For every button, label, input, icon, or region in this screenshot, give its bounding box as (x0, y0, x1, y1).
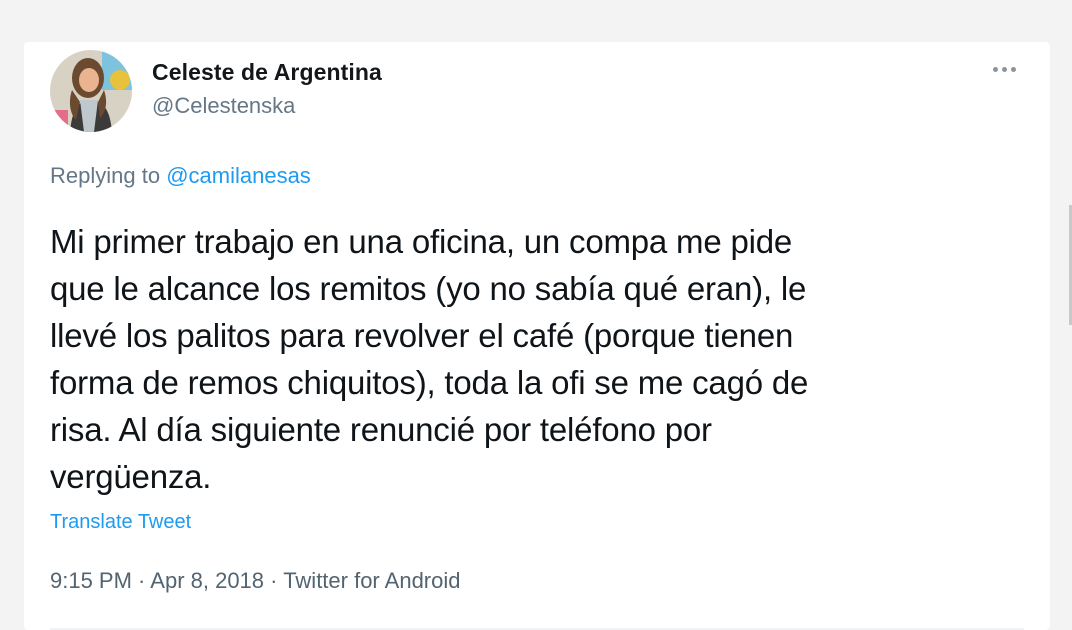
author-name[interactable]: Celeste de Argentina (152, 59, 382, 86)
avatar[interactable] (50, 50, 132, 132)
replying-to-prefix: Replying to (50, 163, 167, 188)
tweet-date-link[interactable]: Apr 8, 2018 (150, 568, 264, 593)
author-handle[interactable]: @Celestenska (152, 93, 295, 119)
tweet-text-line: risa. Al día siguiente renuncié por telé… (50, 411, 712, 448)
tweet-metadata: 9:15 PM · Apr 8, 2018 · Twitter for Andr… (50, 568, 461, 594)
tweet-text-line: forma de remos chiquitos), toda la ofi s… (50, 364, 809, 401)
replying-to: Replying to @camilanesas (50, 163, 311, 189)
tweet-text-line: Mi primer trabajo en una oficina, un com… (50, 223, 793, 260)
tweet-time-link[interactable]: 9:15 PM (50, 568, 132, 593)
tweet-text-line: vergüenza. (50, 458, 212, 495)
tweet-text-line: que le alcance los remitos (yo no sabía … (50, 270, 807, 307)
tweet-text: Mi primer trabajo en una oficina, un com… (50, 218, 1010, 500)
more-options-button[interactable] (982, 54, 1026, 84)
avatar-photo (50, 50, 132, 132)
more-horizontal-icon (1010, 66, 1016, 72)
more-horizontal-icon (1001, 66, 1007, 72)
tweet-card: Celeste de Argentina @Celestenska Replyi… (24, 42, 1050, 630)
more-horizontal-icon (992, 66, 998, 72)
tweet-text-line: llevé los palitos para revolver el café … (50, 317, 794, 354)
meta-separator: · (131, 568, 151, 593)
replying-to-mention-link[interactable]: @camilanesas (166, 163, 311, 188)
meta-separator: · (264, 568, 284, 593)
translate-tweet-link[interactable]: Translate Tweet (50, 511, 191, 534)
tweet-source: Twitter for Android (283, 568, 461, 593)
